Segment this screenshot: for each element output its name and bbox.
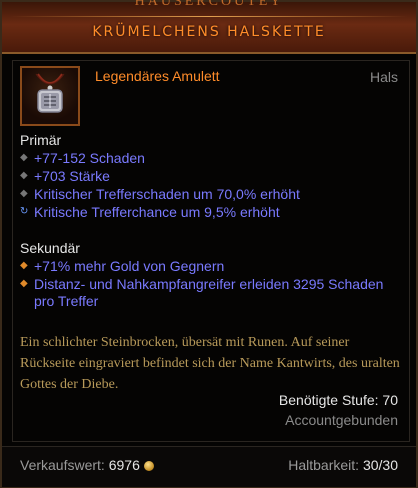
flavor-text: Ein schlichter Steinbrocken, übersät mit…: [20, 335, 400, 392]
secondary-section-title: Sekundär: [20, 240, 80, 256]
tooltip-header: HÄUSERCOUTEY KRÜMELCHENS HALSKETTE: [2, 0, 416, 54]
diamond-bullet-icon: ◆: [20, 260, 28, 271]
header-divider: [10, 16, 408, 17]
account-bound: Accountgebunden: [285, 412, 398, 428]
diamond-bullet-icon: ◆: [20, 152, 28, 163]
durability: Haltbarkeit: 30/30: [288, 457, 398, 473]
primary-stat: ↻ Kritische Trefferchance um 9,5% erhöht: [20, 204, 280, 220]
reroll-icon: ↻: [20, 206, 29, 217]
diamond-bullet-icon: ◆: [20, 278, 28, 289]
sell-value: Verkaufswert: 6976: [20, 457, 154, 473]
secondary-stat: ◆ Distanz- und Nahkampfangreifer erleide…: [20, 276, 384, 309]
primary-stat: ◆ Kritischer Trefferschaden um 70,0% erh…: [20, 186, 300, 202]
secondary-stat: ◆ +71% mehr Gold von Gegnern: [20, 258, 225, 274]
amulet-icon: [20, 66, 80, 126]
item-type: Legendäres Amulett: [95, 68, 220, 84]
diamond-bullet-icon: ◆: [20, 170, 28, 181]
gold-coin-icon: [143, 461, 154, 471]
diamond-bullet-icon: ◆: [20, 188, 28, 199]
primary-stat: ◆ +77-152 Schaden: [20, 150, 145, 166]
primary-stat: ◆ +703 Stärke: [20, 168, 110, 184]
item-tooltip: HÄUSERCOUTEY KRÜMELCHENS HALSKETTE Legen…: [0, 0, 418, 488]
header-top-text: HÄUSERCOUTEY: [134, 0, 284, 9]
tooltip-footer: Verkaufswert: 6976 Haltbarkeit: 30/30: [2, 446, 416, 487]
item-name: KRÜMELCHENS HALSKETTE: [92, 24, 326, 40]
required-level: Benötigte Stufe: 70: [278, 392, 398, 408]
item-slot: Hals: [369, 69, 398, 85]
primary-section-title: Primär: [20, 132, 62, 148]
